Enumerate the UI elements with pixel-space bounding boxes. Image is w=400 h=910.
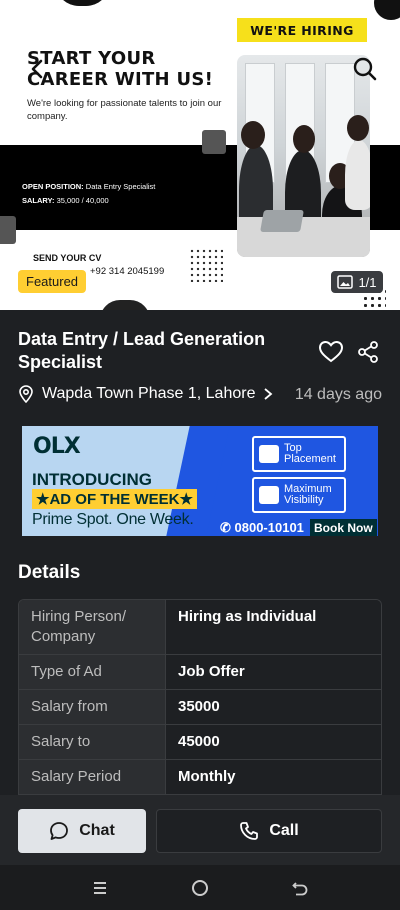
back-button[interactable] <box>24 56 50 82</box>
desk <box>237 217 370 257</box>
search-icon <box>353 57 377 81</box>
system-back-button[interactable] <box>287 875 313 901</box>
location-link[interactable]: Wapda Town Phase 1, Lahore <box>18 385 273 403</box>
top-placement-box: Top Placement <box>252 436 346 472</box>
banner-prime-spot: Prime Spot. One Week. <box>32 511 194 528</box>
share-button[interactable] <box>356 340 380 366</box>
featured-badge: Featured <box>18 270 87 293</box>
phone-icon <box>240 822 259 840</box>
image-counter-text: 1/1 <box>358 274 377 290</box>
decor-dots <box>189 248 223 282</box>
detail-key: Hiring Person/ Company <box>19 600 165 654</box>
visibility-box: Maximum Visibility <box>252 477 346 513</box>
poster-subtext: We're looking for passionate talents to … <box>27 98 222 122</box>
decor-shape <box>55 0 110 6</box>
poster-position: OPEN POSITION: Data Entry Specialist SAL… <box>22 182 156 205</box>
decor-shape <box>100 300 150 310</box>
image-icon <box>337 275 354 289</box>
listing-title: Data Entry / Lead Generation Specialist <box>18 329 266 372</box>
phone-icon: ✆ <box>220 520 235 535</box>
back-arrow-icon <box>292 882 308 896</box>
table-row: Salary from 35000 <box>19 689 381 724</box>
banner-introducing: INTRODUCING <box>32 470 152 489</box>
recent-apps-button[interactable] <box>87 875 113 901</box>
olx-logo: OLX <box>33 434 81 459</box>
home-circle-icon <box>192 880 208 896</box>
laptop <box>260 210 304 232</box>
call-label: Call <box>269 822 299 839</box>
promo-banner[interactable]: OLX INTRODUCING ★AD OF THE WEEK★ Prime S… <box>22 426 378 536</box>
book-now-button[interactable]: Book Now <box>310 519 377 536</box>
detail-key: Salary Period <box>19 760 165 794</box>
image-counter[interactable]: 1/1 <box>331 271 383 293</box>
hiring-badge: WE'RE HIRING <box>237 18 367 42</box>
detail-key: Salary to <box>19 725 165 759</box>
decor-shape <box>374 0 400 20</box>
system-nav-bar <box>0 865 400 910</box>
details-heading: Details <box>18 562 81 583</box>
decor-shape <box>202 130 226 154</box>
ad-image[interactable]: START YOUR CAREER WITH US! We're looking… <box>0 0 400 310</box>
location-pin-icon <box>19 385 33 403</box>
share-icon <box>358 341 378 363</box>
poster-phone: +92 314 2045199 <box>90 266 165 277</box>
poster-send-cv: SEND YOUR CV <box>33 253 102 263</box>
detail-value: Hiring as Individual <box>165 600 381 654</box>
favorite-button[interactable] <box>318 340 344 366</box>
home-button[interactable] <box>187 875 213 901</box>
banner-ad-of-week: ★AD OF THE WEEK★ <box>32 489 197 509</box>
table-row: Salary to 45000 <box>19 724 381 759</box>
table-row: Hiring Person/ Company Hiring as Individ… <box>19 600 381 654</box>
chat-label: Chat <box>79 822 115 839</box>
table-row: Type of Ad Job Offer <box>19 654 381 689</box>
menu-lines-icon <box>94 882 106 894</box>
chat-bubble-icon <box>50 822 69 840</box>
posted-time: 14 days ago <box>294 386 382 403</box>
heart-icon <box>318 340 344 363</box>
placement-icon <box>259 445 279 463</box>
search-button[interactable] <box>352 56 378 82</box>
chevron-left-icon <box>31 59 43 79</box>
detail-value: 35000 <box>165 690 381 724</box>
detail-key: Salary from <box>19 690 165 724</box>
person <box>345 140 370 210</box>
call-button[interactable]: Call <box>156 809 382 853</box>
chat-button[interactable]: Chat <box>18 809 146 853</box>
detail-value: Job Offer <box>165 655 381 689</box>
detail-value: 45000 <box>165 725 381 759</box>
location-text: Wapda Town Phase 1, Lahore <box>42 385 256 402</box>
eye-icon <box>259 486 279 504</box>
decor-shape <box>0 216 16 244</box>
office-photo <box>237 55 370 257</box>
person-head <box>293 125 315 153</box>
table-row: Salary Period Monthly <box>19 759 381 794</box>
person-head <box>241 121 265 149</box>
ad-detail-screen: START YOUR CAREER WITH US! We're looking… <box>0 0 400 910</box>
poster-headline: START YOUR CAREER WITH US! <box>27 48 214 90</box>
person-head <box>347 115 369 141</box>
detail-value: Monthly <box>165 760 381 794</box>
chevron-right-icon <box>264 388 273 400</box>
detail-key: Type of Ad <box>19 655 165 689</box>
banner-phone: ✆ 0800-10101 <box>220 520 304 535</box>
